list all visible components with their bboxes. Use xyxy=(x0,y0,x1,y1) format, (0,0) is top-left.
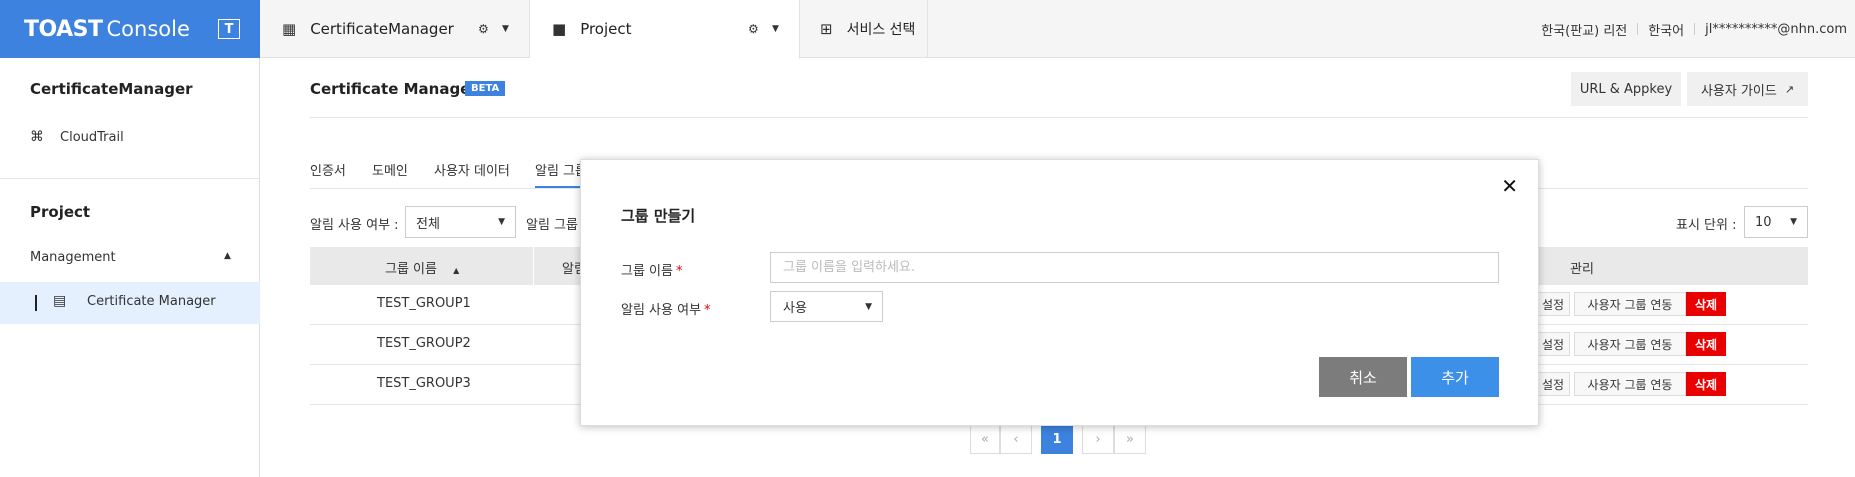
notify-select[interactable]: 사용 ▼ xyxy=(770,291,883,322)
page-size-label: 표시 단위 : xyxy=(1676,218,1737,233)
required-mark: * xyxy=(704,303,711,318)
prev-page-button[interactable]: ‹ xyxy=(1000,424,1032,454)
delete-button[interactable]: 삭제 xyxy=(1686,292,1726,316)
sidebar-project-title[interactable]: Project xyxy=(30,203,90,221)
column-group-name[interactable]: 그룹 이름 ▲ xyxy=(385,258,459,277)
tab-domains[interactable]: 도메인 xyxy=(372,160,408,179)
notify-select-value: 사용 xyxy=(783,301,807,316)
delete-button[interactable]: 삭제 xyxy=(1686,332,1726,356)
link-user-group-button[interactable]: 사용자 그룹 연동 xyxy=(1574,332,1686,356)
caret-down-icon[interactable]: ▼ xyxy=(502,24,509,34)
cancel-button[interactable]: 취소 xyxy=(1319,357,1407,397)
caret-down-icon[interactable]: ▼ xyxy=(772,24,779,34)
link-user-group-button[interactable]: 사용자 그룹 연동 xyxy=(1574,372,1686,396)
settings-button[interactable]: 설정 xyxy=(1536,372,1570,396)
last-page-button[interactable]: » xyxy=(1114,424,1146,454)
gear-icon[interactable]: ⚙ xyxy=(478,22,489,36)
certificate-icon: ▤ xyxy=(53,293,67,309)
group-filter-label: 알림 그룹 xyxy=(526,218,578,233)
beta-badge: BETA xyxy=(465,81,506,96)
divider xyxy=(1637,23,1639,35)
link-user-group-button[interactable]: 사용자 그룹 연동 xyxy=(1574,292,1686,316)
sidebar-item-label: CloudTrail xyxy=(60,129,124,145)
tab-label: CertificateManager xyxy=(310,20,454,38)
tab-certificates[interactable]: 인증서 xyxy=(310,160,346,179)
page-size-select[interactable]: 10 ▼ xyxy=(1744,206,1808,238)
cloudtrail-icon: ⌘ xyxy=(30,129,44,145)
group-name-label: 그룹 이름 * xyxy=(621,260,682,279)
notify-label-text: 알림 사용 여부 xyxy=(621,303,702,318)
logo-brand: TOAST xyxy=(24,16,103,42)
caret-down-icon: ▼ xyxy=(498,217,505,227)
sidebar-item-cloudtrail[interactable]: ⌘ CloudTrail xyxy=(30,129,124,145)
logo-console: Console xyxy=(106,17,190,41)
tab-project[interactable]: ■ Project ⚙ ▼ xyxy=(530,0,800,59)
page-size-value: 10 xyxy=(1755,214,1772,230)
sidebar: CertificateManager ⌘ CloudTrail Project … xyxy=(0,58,260,477)
tab-user-data[interactable]: 사용자 데이터 xyxy=(434,160,510,179)
console-logo[interactable]: TOAST Console T xyxy=(0,0,260,58)
caret-down-icon: ▼ xyxy=(865,301,872,312)
folder-icon: ■ xyxy=(552,20,567,38)
column-divider xyxy=(533,247,534,285)
notify-label: 알림 사용 여부 * xyxy=(621,299,711,318)
group-name-cell: TEST_GROUP2 xyxy=(377,336,471,351)
apps-grid-icon: ⊞ xyxy=(820,20,833,38)
sort-icon: ▲ xyxy=(453,266,460,275)
group-name-label-text: 그룹 이름 xyxy=(621,264,673,279)
notify-filter-value: 전체 xyxy=(416,216,440,232)
top-bar: TOAST Console T ▦ CertificateManager ⚙ ▼… xyxy=(0,0,1855,59)
sidebar-item-label: Certificate Manager xyxy=(87,294,216,309)
column-label: 그룹 이름 xyxy=(385,262,437,277)
modal-title: 그룹 만들기 xyxy=(621,207,696,225)
column-manage: 관리 xyxy=(1570,262,1594,277)
active-indicator xyxy=(35,295,37,311)
close-icon[interactable]: ✕ xyxy=(1501,174,1518,198)
user-account[interactable]: jl**********@nhn.com xyxy=(1705,22,1847,37)
create-group-modal: ✕ 그룹 만들기 그룹 이름* 알림 사용 여부* 사용 ▼ 취소 추가 xyxy=(580,159,1539,426)
group-name-input[interactable] xyxy=(770,252,1499,283)
caret-down-icon: ▼ xyxy=(1790,217,1797,227)
settings-button[interactable]: 설정 xyxy=(1536,292,1570,316)
sidebar-service-title[interactable]: CertificateManager xyxy=(30,80,193,98)
notify-filter-select[interactable]: 전체 ▼ xyxy=(405,206,516,238)
group-name-cell: TEST_GROUP3 xyxy=(377,376,471,391)
sidebar-item-certificate-manager[interactable]: ▤ Certificate Manager xyxy=(0,282,260,324)
page-1-button[interactable]: 1 xyxy=(1041,424,1073,454)
required-mark: * xyxy=(675,264,683,279)
tab-service-select[interactable]: ⊞ 서비스 선택 xyxy=(800,0,928,58)
grid-icon: ▦ xyxy=(282,20,297,38)
sidebar-group-label: Management xyxy=(30,250,116,265)
top-right-menu: 한국(판교) 리전 한국어 jl**********@nhn.com xyxy=(1541,0,1847,58)
gear-icon[interactable]: ⚙ xyxy=(748,22,759,36)
divider xyxy=(1694,23,1696,35)
language-selector[interactable]: 한국어 xyxy=(1648,20,1684,39)
sidebar-group-management[interactable]: Management xyxy=(30,250,116,265)
tab-label: Project xyxy=(580,20,632,38)
settings-button[interactable]: 설정 xyxy=(1536,332,1570,356)
tab-certificate-manager[interactable]: ▦ CertificateManager ⚙ ▼ xyxy=(260,0,530,58)
caret-up-icon[interactable]: ▲ xyxy=(224,251,231,261)
page-title: Certificate Manager xyxy=(310,80,478,98)
group-name-cell: TEST_GROUP1 xyxy=(377,296,471,311)
tab-label: 서비스 선택 xyxy=(846,22,916,38)
first-page-button[interactable]: « xyxy=(970,424,1000,454)
user-guide-button[interactable]: 사용자 가이드 ↗ xyxy=(1687,72,1808,106)
url-appkey-button[interactable]: URL & Appkey xyxy=(1571,72,1681,106)
logo-badge[interactable]: T xyxy=(218,19,240,39)
external-link-icon: ↗ xyxy=(1784,82,1795,96)
user-guide-label: 사용자 가이드 xyxy=(1700,83,1777,99)
divider xyxy=(0,178,260,179)
notify-filter-label: 알림 사용 여부 : xyxy=(310,218,399,233)
delete-button[interactable]: 삭제 xyxy=(1686,372,1726,396)
header-divider xyxy=(310,117,1808,118)
next-page-button[interactable]: › xyxy=(1082,424,1114,454)
region-selector[interactable]: 한국(판교) 리전 xyxy=(1541,20,1627,39)
add-button[interactable]: 추가 xyxy=(1411,357,1499,397)
